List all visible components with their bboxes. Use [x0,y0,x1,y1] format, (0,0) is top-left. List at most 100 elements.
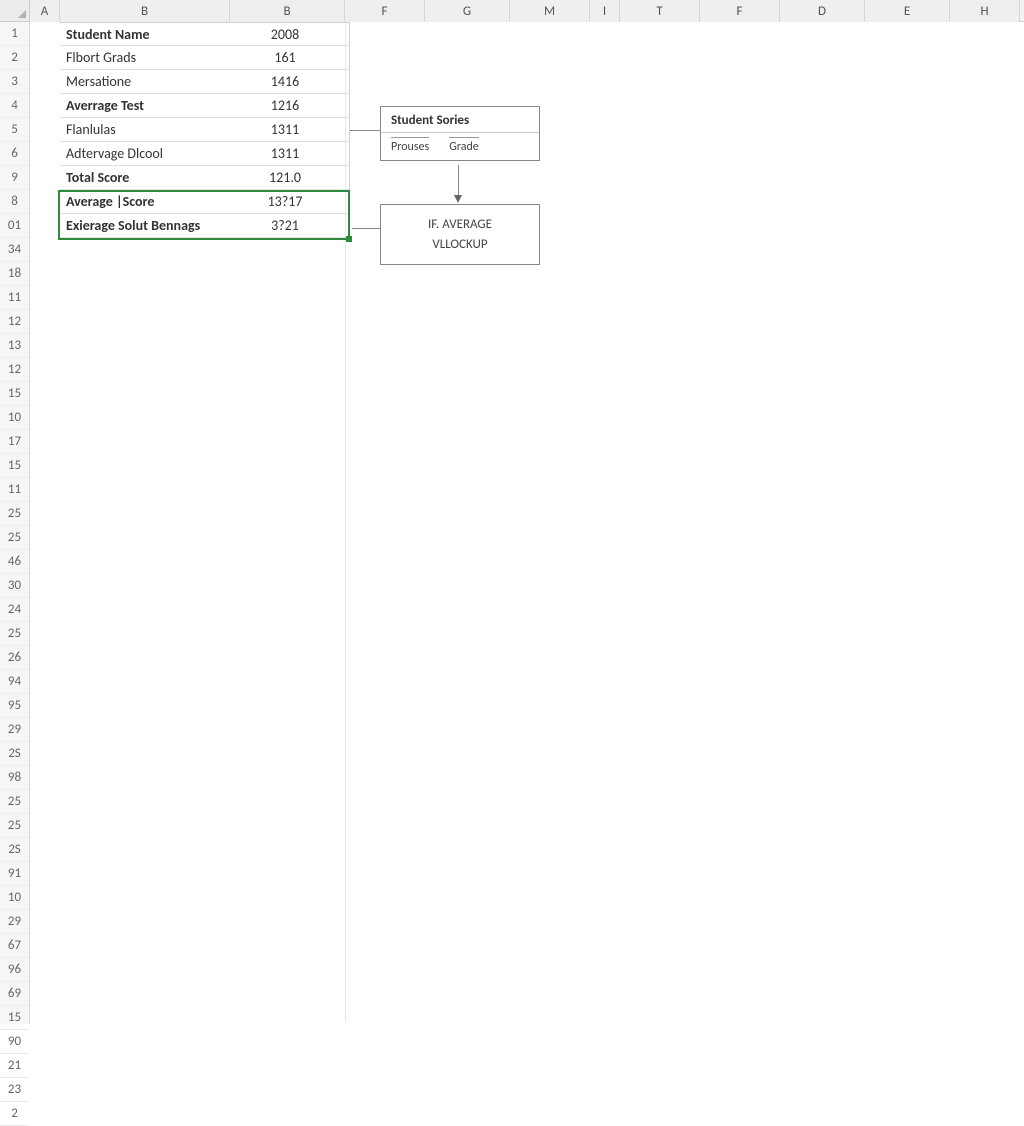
callout-formulas: IF. AVERAGE VLLOCKUP [380,204,540,265]
row-header[interactable]: 29 [0,910,29,934]
column-header[interactable]: A [30,0,60,22]
column-header[interactable]: H [950,0,1020,22]
cell-value[interactable]: 1416 [230,73,340,90]
table-row[interactable]: Adtervage Dlcool1311 [60,142,350,166]
column-header[interactable]: T [620,0,700,22]
cell-value[interactable]: 3?21 [230,217,340,234]
column-header[interactable]: F [700,0,780,22]
callout-col2: Grade [449,137,479,154]
row-header[interactable]: 5 [0,118,29,142]
row-header[interactable]: 98 [0,766,29,790]
cell-value[interactable]: 161 [230,49,340,66]
table-row[interactable]: Averrage Test1216 [60,94,350,118]
column-header[interactable]: B [230,0,345,22]
column-header[interactable]: D [780,0,865,22]
row-header[interactable]: 25 [0,502,29,526]
column-header[interactable]: E [865,0,950,22]
row-header[interactable]: 30 [0,574,29,598]
row-header[interactable]: 8 [0,190,29,214]
row-header[interactable]: 18 [0,262,29,286]
column-header-row: ABBFGMITFDEH [0,0,1024,22]
table-row[interactable]: Total Score121.0 [60,166,350,190]
table-row[interactable]: Student Name2008 [60,22,350,46]
row-header[interactable]: 12 [0,358,29,382]
cell-value[interactable]: 13?17 [230,193,340,210]
table-row[interactable]: Exierage Solut Bennags3?21 [60,214,350,238]
cell-value[interactable]: 1311 [230,145,340,162]
cell-value[interactable]: 121.0 [230,169,340,186]
row-header[interactable]: 46 [0,550,29,574]
row-header[interactable]: 91 [0,862,29,886]
row-header[interactable]: 11 [0,478,29,502]
row-header[interactable]: 94 [0,670,29,694]
cell-value[interactable]: 1216 [230,97,340,114]
row-header[interactable]: 12 [0,310,29,334]
table-row[interactable]: Flanlulas1311 [60,118,350,142]
row-header[interactable]: 2 [0,1102,29,1126]
row-header[interactable]: 2S [0,742,29,766]
cell-label[interactable]: Total Score [60,169,230,186]
select-all-corner[interactable] [0,0,30,22]
row-header[interactable]: 9 [0,166,29,190]
column-header[interactable]: B [60,0,230,22]
row-header[interactable]: 1 [0,22,29,46]
row-header[interactable]: 11 [0,286,29,310]
row-header[interactable]: 29 [0,718,29,742]
row-header-column: 1234569801341811121312151017151125254630… [0,22,30,1024]
row-header[interactable]: 90 [0,1030,29,1054]
cell-label[interactable]: Average |Score [60,193,230,210]
column-header[interactable]: M [510,0,590,22]
row-header[interactable]: 26 [0,646,29,670]
row-header[interactable]: 2 [0,46,29,70]
row-header[interactable]: 2S [0,838,29,862]
row-header[interactable]: 95 [0,694,29,718]
connector-line [350,130,380,131]
column-header[interactable]: F [345,0,425,22]
row-header[interactable]: 10 [0,886,29,910]
cell-value[interactable]: 1311 [230,121,340,138]
row-header[interactable]: 15 [0,382,29,406]
row-header[interactable]: 6 [0,142,29,166]
callout-col1: Prouses [391,137,429,154]
row-header[interactable]: 34 [0,238,29,262]
row-header[interactable]: 25 [0,814,29,838]
connector-vertical [458,165,459,195]
column-header[interactable]: G [425,0,510,22]
row-header[interactable]: 25 [0,790,29,814]
table-row[interactable]: Mersatione1416 [60,70,350,94]
data-table: Student Name2008Flbort Grads161Mersation… [60,22,350,238]
callout2-line2: VLLOCKUP [393,235,527,255]
table-row[interactable]: Average |Score13?17 [60,190,350,214]
row-header[interactable]: 01 [0,214,29,238]
row-header[interactable]: 21 [0,1054,29,1078]
cells-area[interactable]: Student Name2008Flbort Grads161Mersation… [30,22,1024,1024]
row-header[interactable]: 4 [0,94,29,118]
row-header[interactable]: 17 [0,430,29,454]
spreadsheet-grid: ABBFGMITFDEH 123456980134181112131215101… [0,0,1024,1024]
row-header[interactable]: 25 [0,622,29,646]
cell-label[interactable]: Student Name [60,26,230,43]
row-header[interactable]: 23 [0,1078,29,1102]
callout-student-sories: Student Sories Prouses Grade [380,106,540,161]
cell-label[interactable]: Exierage Solut Bennags [60,217,230,234]
cell-label[interactable]: Adtervage Dlcool [60,145,230,162]
row-header[interactable]: 15 [0,1006,29,1030]
cell-value[interactable]: 2008 [230,26,340,43]
callout-title: Student Sories [381,107,539,133]
row-header[interactable]: 96 [0,958,29,982]
row-header[interactable]: 3 [0,70,29,94]
row-header[interactable]: 10 [0,406,29,430]
row-header[interactable]: 67 [0,934,29,958]
row-header[interactable]: 25 [0,526,29,550]
row-header[interactable]: 69 [0,982,29,1006]
cell-label[interactable]: Flbort Grads [60,49,230,66]
cell-label[interactable]: Flanlulas [60,121,230,138]
cell-label[interactable]: Averrage Test [60,97,230,114]
row-header[interactable]: 13 [0,334,29,358]
cell-label[interactable]: Mersatione [60,73,230,90]
row-header[interactable]: 15 [0,454,29,478]
callout2-line1: IF. AVERAGE [393,215,527,235]
column-header[interactable]: I [590,0,620,22]
row-header[interactable]: 24 [0,598,29,622]
table-row[interactable]: Flbort Grads161 [60,46,350,70]
